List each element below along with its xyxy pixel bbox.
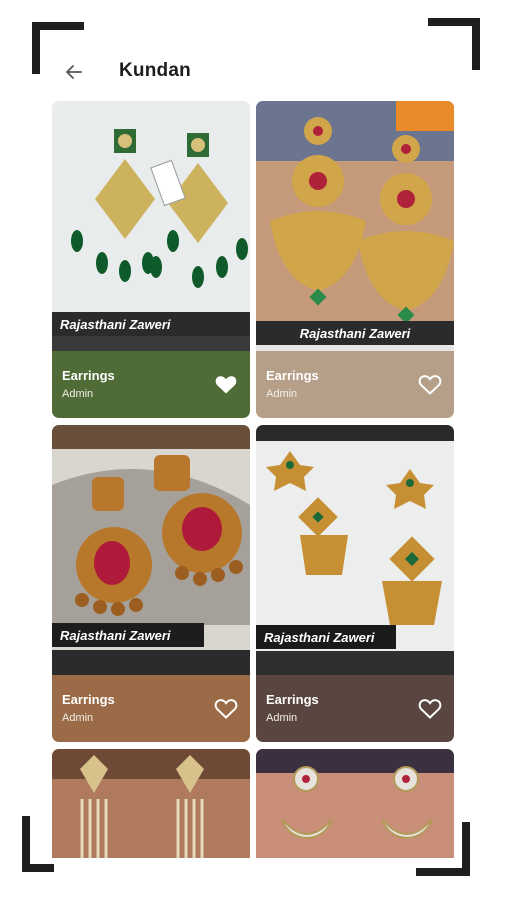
product-subtitle: Admin (62, 712, 94, 724)
product-subtitle: Admin (266, 712, 298, 724)
product-category: Earrings (62, 368, 115, 383)
product-info-bar: Earrings Admin (52, 351, 250, 418)
product-category: Earrings (266, 368, 319, 383)
product-info-bar: Earrings Admin (52, 675, 250, 742)
heart-icon[interactable] (418, 373, 442, 395)
product-card[interactable] (256, 749, 454, 858)
product-subtitle: Admin (62, 388, 94, 400)
product-image (256, 101, 454, 351)
product-category: Earrings (62, 692, 115, 707)
product-card[interactable] (52, 749, 250, 858)
product-info-bar: Earrings Admin (256, 675, 454, 742)
arrow-left-icon[interactable] (62, 60, 86, 84)
product-card[interactable]: Rajasthani Zaweri Earrings Admin (256, 101, 454, 418)
viewfinder-corner-bottom-left (22, 816, 54, 872)
product-watermark: Rajasthani Zaweri (256, 625, 396, 649)
app-header: Kundan (0, 52, 506, 92)
product-image (52, 749, 250, 858)
product-watermark: Rajasthani Zaweri (52, 623, 204, 647)
product-category: Earrings (266, 692, 319, 707)
heart-icon[interactable] (214, 697, 238, 719)
product-info-bar: Earrings Admin (256, 351, 454, 418)
heart-icon[interactable] (418, 697, 442, 719)
product-card[interactable]: Rajasthani Zaweri Earrings Admin (256, 425, 454, 742)
product-card[interactable]: Rajasthani Zaweri Earrings Admin (52, 101, 250, 418)
product-image (256, 749, 454, 858)
product-card[interactable]: Rajasthani Zaweri Earrings Admin (52, 425, 250, 742)
page-title: Kundan (119, 60, 191, 81)
heart-icon[interactable] (214, 373, 238, 395)
product-subtitle: Admin (266, 388, 298, 400)
product-watermark: Rajasthani Zaweri (256, 321, 454, 345)
product-watermark: Rajasthani Zaweri (52, 312, 250, 336)
product-grid: Rajasthani Zaweri Earrings Admin Rajasth… (52, 101, 455, 858)
